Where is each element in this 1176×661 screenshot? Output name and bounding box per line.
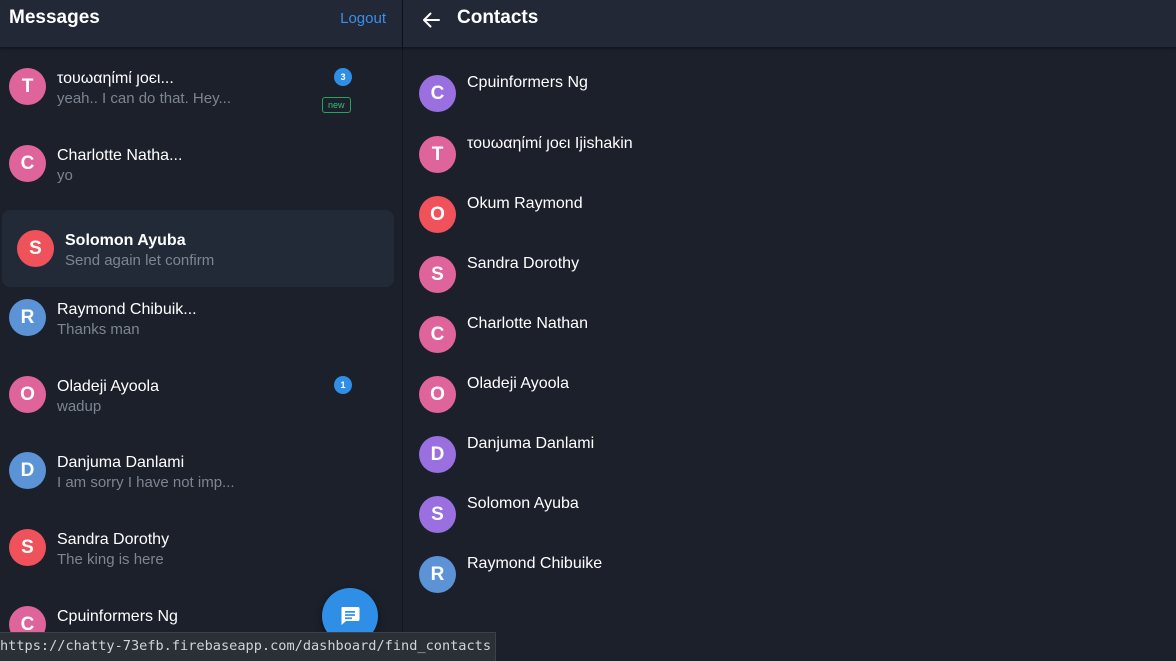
avatar: C [419,75,456,112]
contact-item[interactable]: O Okum Raymond [403,195,1176,256]
contact-name: Okum Raymond [467,195,583,212]
avatar: S [419,496,456,533]
avatar: S [9,529,46,566]
conversation-preview: Thanks man [57,321,140,338]
avatar: D [419,436,456,473]
contact-name: τουωαηίmί ȷοєι Ijishakin [467,135,633,152]
avatar: R [9,299,46,336]
arrow-left-icon [423,12,440,28]
contacts-pane: Contacts C Cpuinformers Ng T τουωαηίmί ȷ… [403,0,1176,660]
conversation-preview: yeah.. I can do that. Hey... [57,90,231,107]
avatar: O [9,376,46,413]
messages-header: Messages Logout [0,0,402,48]
status-bar-url: https://chatty-73efb.firebaseapp.com/das… [0,632,497,661]
messages-pane: Messages Logout T τουωαηίmί ȷοєι... yeah… [0,0,403,660]
contacts-title: Contacts [457,7,539,28]
conversation-item[interactable]: T τουωαηίmί ȷοєι... yeah.. I can do that… [0,48,402,125]
chat-icon [341,607,360,625]
contact-item[interactable]: C Cpuinformers Ng [403,74,1176,135]
conversation-item[interactable]: R Raymond Chibuik... Thanks man [0,279,402,356]
conversation-preview: Send again let confirm [65,252,215,269]
contact-name: Solomon Ayuba [467,495,579,512]
back-button[interactable] [419,8,443,32]
contact-name: Oladeji Ayoola [467,375,569,392]
contact-item[interactable]: T τουωαηίmί ȷοєι Ijishakin [403,135,1176,196]
avatar: C [419,316,456,353]
conversation-name: Sandra Dorothy [57,531,170,548]
conversation-item[interactable]: O Oladeji Ayoola wadup 1 [0,356,402,433]
contact-item[interactable]: C Charlotte Nathan [403,315,1176,376]
contact-name: Raymond Chibuike [467,555,603,572]
avatar: S [419,256,456,293]
avatar: C [9,145,46,182]
avatar: O [419,376,456,413]
contact-item[interactable]: S Sandra Dorothy [403,255,1176,316]
conversation-item[interactable]: C Charlotte Natha... yo [0,125,402,202]
conversation-item[interactable]: S Sandra Dorothy The king is here [0,509,402,586]
contact-item[interactable]: O Oladeji Ayoola [403,375,1176,436]
avatar: D [9,452,46,489]
conversation-item[interactable]: D Danjuma Danlami I am sorry I have not … [0,432,402,509]
contact-name: Sandra Dorothy [467,255,580,272]
contact-name: Charlotte Nathan [467,315,588,332]
avatar: S [17,230,54,267]
logout-link[interactable]: Logout [340,10,386,27]
contact-name: Danjuma Danlami [467,435,595,452]
conversation-preview: I am sorry I have not imp... [57,474,235,491]
contact-name: Cpuinformers Ng [467,74,588,91]
unread-count-badge: 1 [334,376,352,394]
avatar: R [419,556,456,593]
conversation-name: Cpuinformers Ng [57,608,178,625]
conversation-name: Oladeji Ayoola [57,378,159,395]
contact-item[interactable]: R Raymond Chibuike [403,555,1176,616]
conversation-name: Raymond Chibuik... [57,301,197,318]
conversation-name: Charlotte Natha... [57,147,183,164]
conversation-item-active[interactable]: S Solomon Ayuba Send again let confirm [2,210,394,287]
avatar: T [419,136,456,173]
conversation-name: Danjuma Danlami [57,454,185,471]
contact-item[interactable]: D Danjuma Danlami [403,435,1176,496]
conversation-name: Solomon Ayuba [65,232,186,249]
new-badge: new [322,97,351,113]
conversation-name: τουωαηίmί ȷοєι... [57,70,174,87]
conversation-preview: yo [57,167,73,184]
conversation-preview: wadup [57,398,102,415]
unread-count-badge: 3 [334,68,352,86]
avatar: T [9,68,46,105]
contacts-header: Contacts [403,0,1176,48]
conversation-preview: The king is here [57,551,164,568]
avatar: O [419,196,456,233]
contact-item[interactable]: S Solomon Ayuba [403,495,1176,556]
messages-title: Messages [9,7,100,28]
